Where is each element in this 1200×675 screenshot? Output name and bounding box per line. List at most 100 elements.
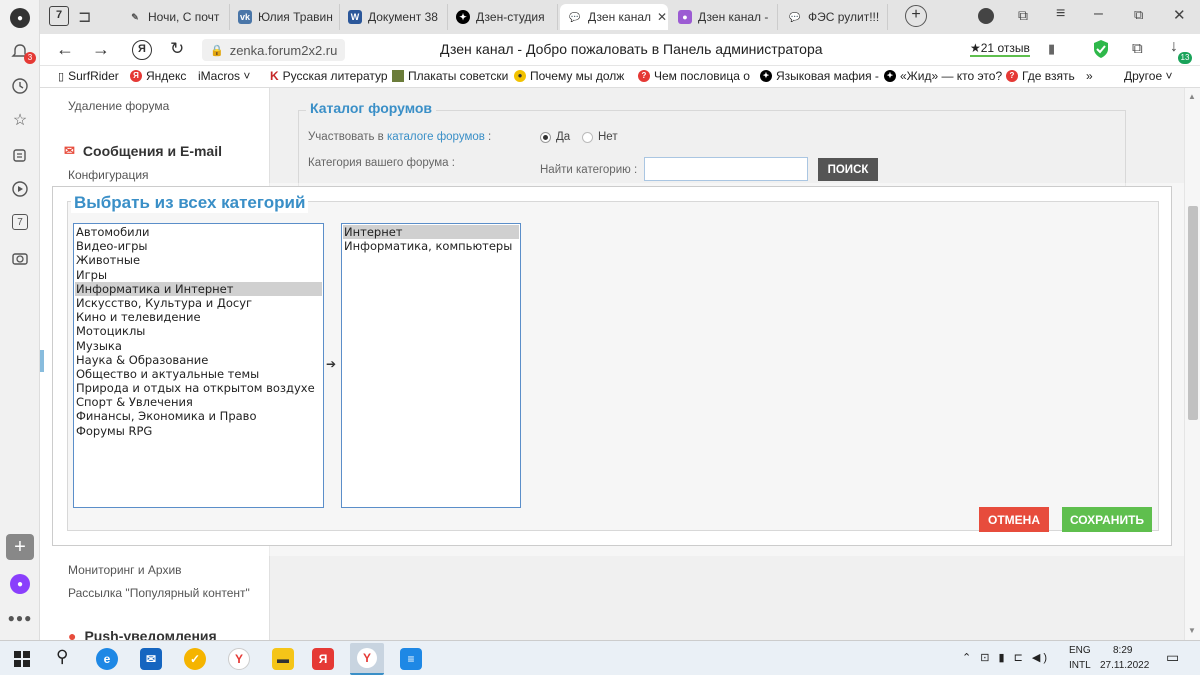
more-icon[interactable]: ●●● <box>8 608 32 628</box>
windows-start-icon[interactable] <box>14 651 30 670</box>
sidebar-section-push[interactable]: ● Push-уведомления <box>68 628 217 640</box>
tab-2[interactable]: vk Юлия Травин <box>230 4 340 30</box>
forward-icon[interactable]: → <box>92 39 110 60</box>
list-item-selected[interactable]: Информатика и Интернет <box>75 281 322 296</box>
yandex-icon[interactable]: Я <box>132 40 152 60</box>
subcategory-listbox[interactable]: Интернет Информатика, компьютеры <box>341 223 521 508</box>
close-window-icon[interactable]: ✕ <box>1173 6 1186 24</box>
bookmark-why[interactable]: ● Почему мы долж <box>514 69 624 83</box>
bookmarks-other[interactable]: Другое ˅ <box>1124 69 1172 83</box>
catalog-link[interactable]: каталоге форумов <box>387 131 485 143</box>
bookmark-icon[interactable]: ▮ <box>1048 41 1055 57</box>
list-item[interactable]: Автомобили <box>75 225 322 239</box>
yandex-icon[interactable]: Я <box>312 648 334 670</box>
page-scrollbar[interactable]: ▲ ▼ <box>1184 88 1200 640</box>
list-item[interactable]: Наука & Образование <box>75 353 322 367</box>
tab-counter[interactable]: 7 <box>49 6 69 26</box>
alice-icon[interactable]: ● <box>10 574 30 594</box>
clock-date[interactable]: 27.11.2022 <box>1100 660 1149 671</box>
sidebar-link-config[interactable]: Конфигурация <box>68 168 149 182</box>
explorer-icon[interactable]: ▬ <box>272 648 294 670</box>
list-item-selected[interactable]: Интернет <box>343 225 519 240</box>
sidebar-link-newsletter[interactable]: Рассылка "Популярный контент" <box>68 586 250 600</box>
category-listbox[interactable]: Автомобили Видео-игры Животные Игры Инфо… <box>73 223 324 508</box>
search-icon[interactable]: ⚲ <box>56 647 68 667</box>
sidebar-link-remove-forum[interactable]: Удаление форума <box>68 99 169 113</box>
input-language[interactable]: ENG <box>1069 645 1091 656</box>
list-item[interactable]: Спорт & Увлечения <box>75 395 322 409</box>
reviews-button[interactable]: ★21 отзыв <box>970 41 1030 57</box>
list-item[interactable]: Музыка <box>75 339 322 353</box>
mail-icon[interactable]: ✉ <box>140 648 162 670</box>
sidebar-link-monitoring[interactable]: Мониторинг и Архив <box>68 563 182 577</box>
radio-no[interactable]: Нет <box>582 131 618 143</box>
sidebar-section-messages[interactable]: ✉ Сообщения и E-mail <box>64 143 222 159</box>
bookmark-language[interactable]: ✦ Языковая мафия - <box>760 69 879 83</box>
find-category-input[interactable] <box>644 157 808 181</box>
tab-group-icon[interactable]: ⊐ <box>78 7 91 27</box>
list-item[interactable]: Природа и отдых на открытом воздухе <box>75 381 322 395</box>
bookmark-surfrider[interactable]: ▯ SurfRider <box>58 69 119 83</box>
bookmark-posters[interactable]: Плакаты советски <box>392 69 508 83</box>
tab-counter-icon[interactable]: 7 <box>12 214 28 230</box>
input-layout[interactable]: INTL <box>1069 660 1091 671</box>
list-item[interactable]: Мотоциклы <box>75 324 322 338</box>
tab-3[interactable]: W Документ 38 <box>340 4 448 30</box>
tab-4[interactable]: ✦ Дзен-студия <box>448 4 558 30</box>
reload-icon[interactable]: ↻ <box>170 39 184 59</box>
yandex-browser-active-icon[interactable]: Y <box>350 643 384 675</box>
bookmark-manager-icon[interactable]: ⧉ <box>1018 7 1028 24</box>
bookmark-yandex[interactable]: Я Яндекс <box>130 69 186 83</box>
list-item[interactable]: Форумы RPG <box>75 424 322 438</box>
scroll-up-icon[interactable]: ▲ <box>1188 92 1196 101</box>
notepad-icon[interactable]: ≡ <box>400 648 422 670</box>
edge-icon[interactable]: e <box>96 648 118 670</box>
notifications-icon[interactable]: ▭ <box>1166 649 1179 666</box>
system-tray-icons[interactable]: ⌃ ⊡ ▮ ⊏ ◀) <box>962 651 1050 664</box>
profile-icon[interactable] <box>978 8 994 24</box>
bookmark-proverb[interactable]: ? Чем пословица о <box>638 69 750 83</box>
list-item[interactable]: Информатика, компьютеры <box>343 239 519 253</box>
clock-time[interactable]: 8:29 <box>1113 645 1132 656</box>
tab-7[interactable]: 💬 ФЭС рулит!!! <box>780 4 888 30</box>
bookmark-russian-lit[interactable]: K Русская литератур <box>270 69 388 83</box>
scroll-down-icon[interactable]: ▼ <box>1188 626 1196 635</box>
new-tab-button[interactable]: + <box>905 5 927 27</box>
scroll-thumb[interactable] <box>1188 206 1198 420</box>
cancel-button[interactable]: ОТМЕНА <box>979 507 1049 532</box>
star-icon[interactable]: ☆ <box>10 110 30 130</box>
norton-icon[interactable]: ✓ <box>184 648 206 670</box>
tab-5-active[interactable]: 💬 Дзен канал ✕ <box>560 4 668 30</box>
bookmarks-more[interactable]: » <box>1086 69 1093 83</box>
restore-icon[interactable]: ⧉ <box>1134 7 1143 23</box>
profile-avatar-icon[interactable]: ● <box>10 8 30 28</box>
bookmark-imacros[interactable]: iMacros ˅ <box>198 69 250 83</box>
collections-icon[interactable] <box>10 145 30 165</box>
tab-6[interactable]: ● Дзен канал - <box>670 4 778 30</box>
play-icon[interactable] <box>10 179 30 199</box>
list-item[interactable]: Финансы, Экономика и Право <box>75 409 322 423</box>
list-item[interactable]: Животные <box>75 253 322 267</box>
add-panel-icon[interactable]: + <box>6 534 34 560</box>
menu-icon[interactable]: ≡ <box>1056 5 1065 23</box>
yandex-browser-icon[interactable]: Y <box>228 648 250 670</box>
save-button[interactable]: СОХРАНИТЬ <box>1062 507 1152 532</box>
clock-icon[interactable] <box>10 76 30 96</box>
minimize-icon[interactable]: – <box>1094 5 1103 23</box>
radio-yes[interactable]: Да <box>540 131 570 143</box>
tab-1[interactable]: ✎ Ночи, С почт <box>120 4 230 30</box>
camera-icon[interactable] <box>10 248 30 268</box>
url-field[interactable]: 🔒 zenka.forum2x2.ru <box>202 39 346 61</box>
list-item[interactable]: Игры <box>75 268 322 282</box>
list-item[interactable]: Общество и актуальные темы <box>75 367 322 381</box>
list-item[interactable]: Видео-игры <box>75 239 322 253</box>
downloads-icon[interactable]: ↓ <box>1170 38 1178 56</box>
bookmark-where[interactable]: ? Где взять <box>1006 69 1075 83</box>
list-item[interactable]: Искусство, Культура и Досуг <box>75 296 322 310</box>
back-icon[interactable]: ← <box>56 39 74 60</box>
close-tab-icon[interactable]: ✕ <box>657 10 667 24</box>
search-button[interactable]: ПОИСК <box>818 158 878 181</box>
extension-icon[interactable]: ⧉ <box>1132 40 1143 57</box>
list-item[interactable]: Кино и телевидение <box>75 310 322 324</box>
bookmark-zhid[interactable]: ✦ «Жид» — кто это? <box>884 69 1002 83</box>
